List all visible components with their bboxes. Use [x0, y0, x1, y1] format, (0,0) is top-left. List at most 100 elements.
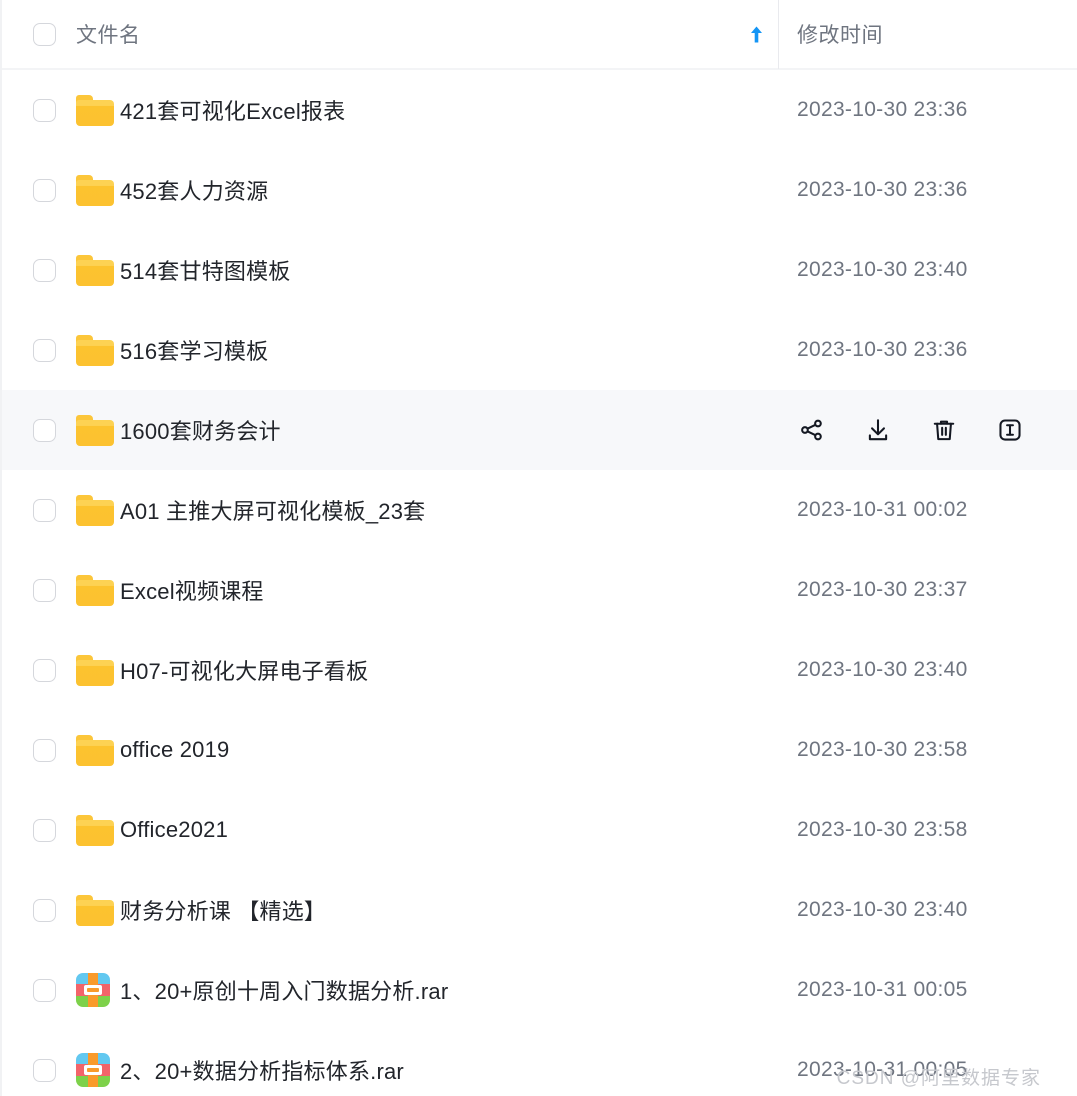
file-type-icon — [76, 334, 120, 366]
row-name-cell[interactable]: Excel视频课程 — [76, 574, 779, 606]
table-row[interactable]: 516套学习模板 2023-10-30 23:36 — [2, 310, 1077, 390]
delete-button[interactable] — [929, 415, 959, 445]
share-button[interactable] — [797, 415, 827, 445]
row-select-cell[interactable] — [2, 818, 82, 842]
row-checkbox[interactable] — [32, 338, 56, 362]
table-row[interactable]: 452套人力资源 2023-10-30 23:36 — [2, 150, 1077, 230]
file-name-label: 2、20+数据分析指标体系.rar — [120, 1059, 404, 1084]
file-type-icon — [76, 174, 120, 206]
column-header-filename[interactable]: 文件名 — [76, 19, 734, 49]
row-checkbox[interactable] — [32, 978, 56, 1002]
rename-button[interactable] — [995, 415, 1025, 445]
row-modified-time: 2023-10-30 23:40 — [797, 258, 968, 281]
row-select-cell[interactable] — [2, 98, 82, 122]
row-modified-time: 2023-10-30 23:36 — [797, 98, 968, 121]
file-type-icon — [76, 814, 120, 846]
table-row[interactable]: 财务分析课 【精选】 2023-10-30 23:40 — [2, 870, 1077, 950]
file-name-label: office 2019 — [120, 737, 230, 762]
rar-archive-icon — [76, 1053, 110, 1087]
row-select-cell[interactable] — [2, 178, 82, 202]
row-checkbox[interactable] — [32, 498, 56, 522]
table-row[interactable]: 1、20+原创十周入门数据分析.rar 2023-10-31 00:05 — [2, 950, 1077, 1030]
row-modified-time: 2023-10-31 00:05 — [797, 978, 968, 1001]
file-name-label: 516套学习模板 — [120, 339, 269, 364]
table-row[interactable]: Excel视频课程 2023-10-30 23:37 — [2, 550, 1077, 630]
sort-ascending-icon[interactable] — [734, 25, 778, 44]
row-select-cell[interactable] — [2, 658, 82, 682]
table-row[interactable]: office 2019 2023-10-30 23:58 — [2, 710, 1077, 790]
column-header-modified-time[interactable]: 修改时间 — [779, 19, 1077, 49]
table-row[interactable]: A01 主推大屏可视化模板_23套 2023-10-31 00:02 — [2, 470, 1077, 550]
file-type-icon — [76, 734, 120, 766]
file-type-icon — [76, 254, 120, 286]
row-checkbox[interactable] — [32, 578, 56, 602]
row-name-cell[interactable]: Office2021 — [76, 814, 779, 846]
row-name-cell[interactable]: 财务分析课 【精选】 — [76, 894, 779, 926]
row-checkbox[interactable] — [32, 258, 56, 282]
row-select-cell[interactable] — [2, 1058, 82, 1082]
folder-icon — [76, 174, 114, 206]
row-modified-time: 2023-10-30 23:36 — [797, 338, 968, 361]
folder-icon — [76, 414, 114, 446]
row-select-cell[interactable] — [2, 418, 82, 442]
folder-icon — [76, 94, 114, 126]
row-modified-time: 2023-10-30 23:36 — [797, 178, 968, 201]
row-name-cell[interactable]: A01 主推大屏可视化模板_23套 — [76, 494, 779, 526]
file-list-header: 文件名 修改时间 — [2, 0, 1077, 70]
row-name-cell[interactable]: 514套甘特图模板 — [76, 254, 779, 286]
row-checkbox[interactable] — [32, 178, 56, 202]
row-modified-time: 2023-10-30 23:58 — [797, 818, 968, 841]
file-type-icon — [76, 654, 120, 686]
row-checkbox[interactable] — [32, 418, 56, 442]
row-name-cell[interactable]: 516套学习模板 — [76, 334, 779, 366]
file-name-label: 452套人力资源 — [120, 179, 269, 204]
row-select-cell[interactable] — [2, 498, 82, 522]
row-modified-time: 2023-10-30 23:40 — [797, 658, 968, 681]
file-name-label: 514套甘特图模板 — [120, 259, 291, 284]
row-checkbox[interactable] — [32, 738, 56, 762]
folder-icon — [76, 734, 114, 766]
row-modified-time: 2023-10-31 00:02 — [797, 498, 968, 521]
table-row[interactable]: H07-可视化大屏电子看板 2023-10-30 23:40 — [2, 630, 1077, 710]
folder-icon — [76, 574, 114, 606]
row-checkbox[interactable] — [32, 658, 56, 682]
table-row[interactable]: 1600套财务会计 — [2, 390, 1077, 470]
file-name-label: 财务分析课 【精选】 — [120, 899, 327, 924]
row-name-cell[interactable]: 1、20+原创十周入门数据分析.rar — [76, 973, 779, 1007]
download-button[interactable] — [863, 415, 893, 445]
row-name-cell[interactable]: 421套可视化Excel报表 — [76, 94, 779, 126]
row-select-cell[interactable] — [2, 978, 82, 1002]
row-name-cell[interactable]: 2、20+数据分析指标体系.rar — [76, 1053, 779, 1087]
file-list-rows: 421套可视化Excel报表 2023-10-30 23:36 452套人力资源 20… — [2, 70, 1077, 1096]
table-row[interactable]: 421套可视化Excel报表 2023-10-30 23:36 — [2, 70, 1077, 150]
row-select-cell[interactable] — [2, 258, 82, 282]
row-checkbox[interactable] — [32, 1058, 56, 1082]
folder-icon — [76, 814, 114, 846]
row-action-bar — [779, 415, 1077, 445]
row-select-cell[interactable] — [2, 898, 82, 922]
table-row[interactable]: 514套甘特图模板 2023-10-30 23:40 — [2, 230, 1077, 310]
select-all-checkbox[interactable] — [32, 22, 56, 46]
row-name-cell[interactable]: 452套人力资源 — [76, 174, 779, 206]
row-checkbox[interactable] — [32, 898, 56, 922]
table-row[interactable]: Office2021 2023-10-30 23:58 — [2, 790, 1077, 870]
row-checkbox[interactable] — [32, 98, 56, 122]
row-name-cell[interactable]: 1600套财务会计 — [76, 414, 779, 446]
file-name-label: Excel视频课程 — [120, 579, 264, 604]
rar-archive-icon — [76, 973, 110, 1007]
table-row[interactable]: 2、20+数据分析指标体系.rar 2023-10-31 00:05 — [2, 1030, 1077, 1096]
row-modified-time: 2023-10-31 00:05 — [797, 1058, 968, 1081]
folder-icon — [76, 334, 114, 366]
file-type-icon — [76, 94, 120, 126]
row-checkbox[interactable] — [32, 818, 56, 842]
select-all-cell[interactable] — [2, 22, 82, 46]
file-type-icon — [76, 574, 120, 606]
row-name-cell[interactable]: office 2019 — [76, 734, 779, 766]
folder-icon — [76, 654, 114, 686]
file-name-label: A01 主推大屏可视化模板_23套 — [120, 499, 426, 524]
row-select-cell[interactable] — [2, 738, 82, 762]
row-name-cell[interactable]: H07-可视化大屏电子看板 — [76, 654, 779, 686]
row-select-cell[interactable] — [2, 338, 82, 362]
row-select-cell[interactable] — [2, 578, 82, 602]
row-modified-time: 2023-10-30 23:40 — [797, 898, 968, 921]
